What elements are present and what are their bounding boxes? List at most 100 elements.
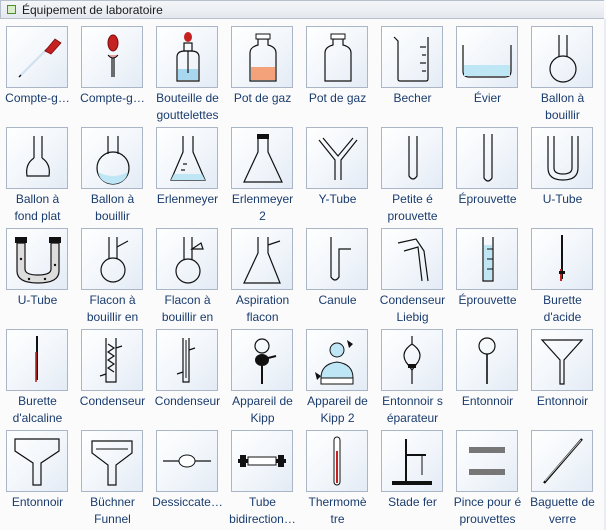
shape-item[interactable]: Y-Tube xyxy=(300,123,375,223)
shape-thumbnail[interactable] xyxy=(6,228,68,290)
shape-thumbnail[interactable] xyxy=(456,26,518,88)
shape-item[interactable]: Éprouvette xyxy=(450,224,525,324)
shape-thumbnail[interactable] xyxy=(531,329,593,391)
shape-thumbnail[interactable] xyxy=(531,26,593,88)
shape-item[interactable]: Entonnoir xyxy=(0,426,75,526)
shape-item[interactable]: Condenseur xyxy=(150,325,225,425)
u-tube-filled-icon xyxy=(15,237,61,284)
shape-item[interactable]: Pot de gaz xyxy=(300,22,375,122)
shape-thumbnail[interactable] xyxy=(531,430,593,492)
shape-thumbnail[interactable] xyxy=(231,127,293,189)
shape-thumbnail[interactable] xyxy=(81,228,143,290)
shape-item[interactable]: Canule xyxy=(300,224,375,324)
shape-item[interactable]: Thermomè tre xyxy=(300,426,375,526)
shape-thumbnail[interactable] xyxy=(156,26,218,88)
gas-jar-filled-icon xyxy=(249,33,277,82)
beaker-icon xyxy=(393,36,429,82)
shape-item[interactable]: Tube bidirection… xyxy=(225,426,300,526)
shape-thumbnail[interactable] xyxy=(231,329,293,391)
shape-item[interactable]: Erlenmeyer 2 xyxy=(225,123,300,223)
shape-thumbnail[interactable] xyxy=(381,26,443,88)
shape-thumbnail[interactable] xyxy=(156,228,218,290)
shape-thumbnail[interactable] xyxy=(306,228,368,290)
shape-thumbnail[interactable] xyxy=(306,26,368,88)
shape-item[interactable]: Compte-g… xyxy=(0,22,75,122)
shape-thumbnail[interactable] xyxy=(81,430,143,492)
shape-label: Ballon à fond plat xyxy=(14,192,61,223)
shape-thumbnail[interactable] xyxy=(306,329,368,391)
shape-label: Éprouvette xyxy=(458,192,517,206)
kipp-apparatus-2-icon xyxy=(315,340,354,385)
shape-item[interactable]: Flacon à bouillir en xyxy=(150,224,225,324)
shape-label: Pot de gaz xyxy=(233,91,292,105)
shape-thumbnail[interactable] xyxy=(531,127,593,189)
shape-label: Aspiration flacon xyxy=(235,293,290,324)
shape-item[interactable]: Pot de gaz xyxy=(225,22,300,122)
shape-thumbnail[interactable] xyxy=(306,127,368,189)
shape-thumbnail[interactable] xyxy=(381,329,443,391)
shape-thumbnail[interactable] xyxy=(156,329,218,391)
shape-item[interactable]: Burette d'acide xyxy=(525,224,600,324)
shape-thumbnail[interactable] xyxy=(456,430,518,492)
shape-item[interactable]: Flacon à bouillir en xyxy=(75,224,150,324)
erlenmeyer-stopper-icon xyxy=(243,134,283,183)
shape-item[interactable]: Büchner Funnel xyxy=(75,426,150,526)
shape-thumbnail[interactable] xyxy=(81,329,143,391)
shape-item[interactable]: Erlenmeyer xyxy=(150,123,225,223)
shape-thumbnail[interactable] xyxy=(456,329,518,391)
shape-item[interactable]: Baguette de verre xyxy=(525,426,600,526)
acid-burette-icon xyxy=(559,235,565,281)
u-tube-icon xyxy=(547,136,579,181)
shape-thumbnail[interactable] xyxy=(6,127,68,189)
library-panel: Équipement de laboratoire Compte-g… Compt… xyxy=(0,0,606,530)
shape-item[interactable]: Appareil de Kipp xyxy=(225,325,300,425)
shape-item[interactable]: Éprouvette xyxy=(450,123,525,223)
panel-header[interactable]: Équipement de laboratoire xyxy=(0,0,604,19)
shape-item[interactable]: Becher xyxy=(375,22,450,122)
shape-thumbnail[interactable] xyxy=(231,430,293,492)
gas-jar-icon xyxy=(324,33,352,82)
shape-thumbnail[interactable] xyxy=(381,430,443,492)
shape-item[interactable]: U-Tube xyxy=(0,224,75,324)
shape-thumbnail[interactable] xyxy=(156,127,218,189)
shape-thumbnail[interactable] xyxy=(156,430,218,492)
shape-item[interactable]: Condenseur xyxy=(75,325,150,425)
shape-thumbnail[interactable] xyxy=(456,127,518,189)
shape-thumbnail[interactable] xyxy=(231,228,293,290)
shape-thumbnail[interactable] xyxy=(456,228,518,290)
shape-item[interactable]: Entonnoir xyxy=(525,325,600,425)
shape-thumbnail[interactable] xyxy=(531,228,593,290)
shape-item[interactable]: Évier xyxy=(450,22,525,122)
shape-thumbnail[interactable] xyxy=(81,127,143,189)
shape-thumbnail[interactable] xyxy=(381,127,443,189)
shape-item[interactable]: Entonnoir s éparateur xyxy=(375,325,450,425)
shape-thumbnail[interactable] xyxy=(6,26,68,88)
shape-item[interactable]: Aspiration flacon xyxy=(225,224,300,324)
shape-item[interactable]: Condenseur Liebig xyxy=(375,224,450,324)
shape-thumbnail[interactable] xyxy=(6,430,68,492)
shape-item[interactable]: Ballon à fond plat xyxy=(0,123,75,223)
shape-label: Condenseur xyxy=(154,394,221,408)
shape-thumbnail[interactable] xyxy=(6,329,68,391)
dropper-bulb-icon xyxy=(107,34,119,77)
collapse-icon[interactable] xyxy=(7,5,16,14)
shape-item[interactable]: Petite é prouvette xyxy=(375,123,450,223)
shape-thumbnail[interactable] xyxy=(306,430,368,492)
shape-item[interactable]: Dessiccate… xyxy=(150,426,225,526)
shape-item[interactable]: Compte-g… xyxy=(75,22,150,122)
shape-thumbnail[interactable] xyxy=(381,228,443,290)
shape-item[interactable]: Bouteille de gouttelettes xyxy=(150,22,225,122)
flask-side-arm-2-icon xyxy=(175,237,204,284)
shape-item[interactable]: U-Tube xyxy=(525,123,600,223)
shape-item[interactable]: Ballon à bouillir xyxy=(525,22,600,122)
shape-item[interactable]: Stade fer xyxy=(375,426,450,526)
shape-item[interactable]: Burette d'alcaline xyxy=(0,325,75,425)
shape-item[interactable]: Entonnoir xyxy=(450,325,525,425)
shape-thumbnail[interactable] xyxy=(81,26,143,88)
shape-item[interactable]: Pince pour é prouvettes xyxy=(450,426,525,526)
shape-thumbnail[interactable] xyxy=(231,26,293,88)
shape-item[interactable]: Ballon à bouillir xyxy=(75,123,150,223)
shape-label: Tube bidirection… xyxy=(229,495,296,526)
shape-item[interactable]: Appareil de Kipp 2 xyxy=(300,325,375,425)
shape-label: Erlenmeyer xyxy=(156,192,219,206)
